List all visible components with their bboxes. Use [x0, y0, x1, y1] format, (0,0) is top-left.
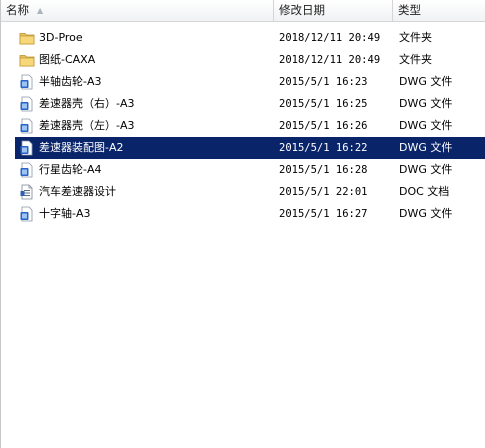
file-row-selected[interactable]: 差速器装配图-A2 2015/5/1 16:22 DWG 文件 — [1, 137, 485, 159]
file-date: 2015/5/1 22:01 — [279, 186, 368, 198]
file-name: 十字轴-A3 — [39, 207, 91, 220]
file-row[interactable]: 半轴齿轮-A3 2015/5/1 16:23 DWG 文件 — [1, 71, 485, 93]
file-date: 2015/5/1 16:27 — [279, 208, 368, 220]
file-row[interactable]: 差速器壳（左）-A3 2015/5/1 16:26 DWG 文件 — [1, 115, 485, 137]
file-name: 行星齿轮-A4 — [39, 163, 102, 176]
file-type: DWG 文件 — [399, 141, 453, 154]
file-date: 2015/5/1 16:28 — [279, 164, 368, 176]
column-header-date[interactable]: 修改日期 — [274, 0, 393, 21]
file-name: 3D-Proe — [39, 31, 83, 44]
file-row[interactable]: 行星齿轮-A4 2015/5/1 16:28 DWG 文件 — [1, 159, 485, 181]
column-header-type[interactable]: 类型 — [393, 0, 485, 21]
file-type: DWG 文件 — [399, 97, 453, 110]
file-name: 差速器装配图-A2 — [39, 141, 124, 154]
file-type: DWG 文件 — [399, 207, 453, 220]
file-type: DWG 文件 — [399, 163, 453, 176]
file-name: 汽车差速器设计 — [39, 185, 116, 198]
file-date: 2018/12/11 20:49 — [279, 54, 381, 66]
file-name: 图纸-CAXA — [39, 53, 96, 66]
folder-icon — [19, 55, 35, 67]
doc-file-icon — [20, 184, 33, 200]
file-row[interactable]: 图纸-CAXA 2018/12/11 20:49 文件夹 — [1, 49, 485, 71]
column-header-name[interactable]: 名称 ▲ — [1, 0, 274, 21]
file-row[interactable]: 3D-Proe 2018/12/11 20:49 文件夹 — [1, 27, 485, 49]
file-row[interactable]: 十字轴-A3 2015/5/1 16:27 DWG 文件 — [1, 203, 485, 225]
file-date: 2015/5/1 16:26 — [279, 120, 368, 132]
dwg-file-icon — [20, 74, 33, 90]
file-date: 2015/5/1 16:25 — [279, 98, 368, 110]
file-date: 2015/5/1 16:22 — [279, 142, 368, 154]
file-type: 文件夹 — [399, 31, 432, 44]
file-date: 2018/12/11 20:49 — [279, 32, 381, 44]
file-name: 差速器壳（右）-A3 — [39, 97, 135, 110]
dwg-file-icon — [20, 96, 33, 112]
file-type: DWG 文件 — [399, 119, 453, 132]
file-name: 差速器壳（左）-A3 — [39, 119, 135, 132]
file-row[interactable]: 差速器壳（右）-A3 2015/5/1 16:25 DWG 文件 — [1, 93, 485, 115]
dwg-file-icon — [20, 140, 33, 156]
column-header-bar: 名称 ▲ 修改日期 类型 — [1, 0, 485, 22]
dwg-file-icon — [20, 206, 33, 222]
file-date: 2015/5/1 16:23 — [279, 76, 368, 88]
file-name: 半轴齿轮-A3 — [39, 75, 102, 88]
file-row[interactable]: 汽车差速器设计 2015/5/1 22:01 DOC 文档 — [1, 181, 485, 203]
file-type: DOC 文档 — [399, 185, 450, 198]
column-header-date-label: 修改日期 — [279, 3, 325, 17]
dwg-file-icon — [20, 162, 33, 178]
sort-ascending-icon: ▲ — [37, 6, 44, 15]
folder-icon — [19, 33, 35, 45]
column-header-name-label: 名称 — [6, 3, 29, 17]
dwg-file-icon — [20, 118, 33, 134]
column-header-type-label: 类型 — [398, 3, 421, 17]
file-type: DWG 文件 — [399, 75, 453, 88]
file-type: 文件夹 — [399, 53, 432, 66]
file-rows: 3D-Proe 2018/12/11 20:49 文件夹 图纸-CAXA 201… — [1, 27, 485, 225]
file-list-pane[interactable]: 名称 ▲ 修改日期 类型 3D-Proe 2018/12/11 20:49 文件夹… — [0, 0, 485, 448]
